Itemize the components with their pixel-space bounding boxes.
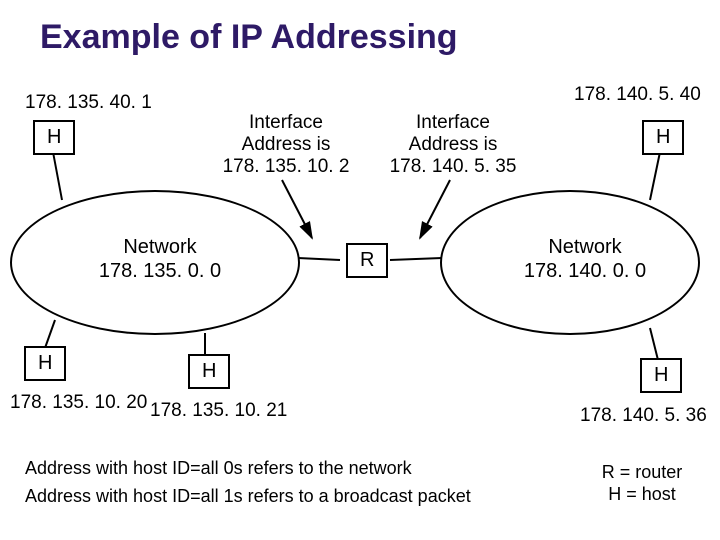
host-box-bottom-1: H — [24, 346, 66, 381]
router-box: R — [346, 243, 388, 278]
ip-label-bottom-1: 178. 135. 10. 20 — [10, 392, 147, 414]
legend: R = router H = host — [592, 462, 692, 505]
ip-label-bottom-3: 178. 140. 5. 36 — [580, 405, 707, 427]
host-box-top-left: H — [33, 120, 75, 155]
host-box-bottom-2: H — [188, 354, 230, 389]
host-box-top-right: H — [642, 120, 684, 155]
text-line: H = host — [608, 484, 676, 504]
interface-label-right: Interface Address is 178. 140. 5. 35 — [383, 112, 523, 178]
text-line: R = router — [602, 462, 683, 482]
text-line: 178. 135. 10. 2 — [223, 156, 350, 177]
interface-label-left: Interface Address is 178. 135. 10. 2 — [216, 112, 356, 178]
text-line: Interface — [249, 112, 323, 133]
network-label-left: Network 178. 135. 0. 0 — [85, 235, 235, 283]
ip-label-bottom-2: 178. 135. 10. 21 — [150, 400, 287, 422]
text-line: 178. 140. 5. 35 — [390, 156, 517, 177]
ip-label-top-right: 178. 140. 5. 40 — [574, 84, 701, 106]
text-line: Network — [548, 236, 621, 258]
text-line: 178. 135. 0. 0 — [99, 260, 221, 282]
footnote-2: Address with host ID=all 1s refers to a … — [25, 486, 471, 507]
host-box-bottom-3: H — [640, 358, 682, 393]
text-line: Address is — [242, 134, 331, 155]
slide-title: Example of IP Addressing — [40, 18, 458, 57]
text-line: Network — [123, 236, 196, 258]
text-line: 178. 140. 0. 0 — [524, 260, 646, 282]
text-line: Address is — [409, 134, 498, 155]
ip-label-top-left: 178. 135. 40. 1 — [25, 92, 152, 114]
footnote-1: Address with host ID=all 0s refers to th… — [25, 458, 412, 479]
text-line: Interface — [416, 112, 490, 133]
network-label-right: Network 178. 140. 0. 0 — [510, 235, 660, 283]
